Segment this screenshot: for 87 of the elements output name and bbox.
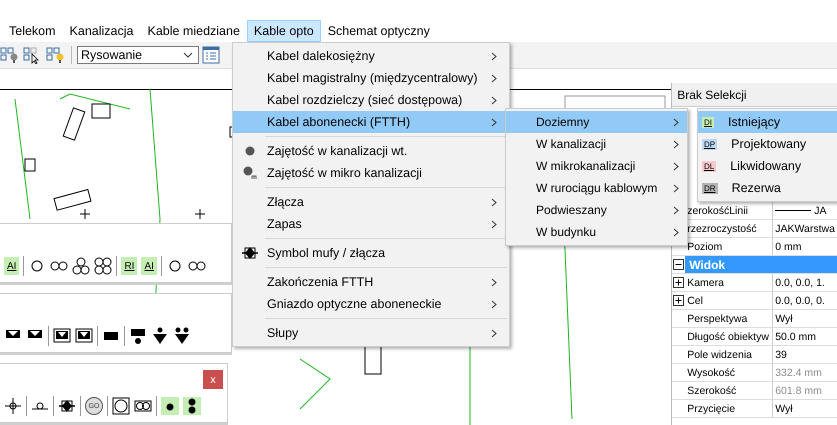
properties-header: Brak Selekcji [672, 83, 837, 107]
list-icon[interactable] [202, 46, 220, 64]
building-outline [62, 107, 86, 141]
three-circles-icon[interactable] [72, 257, 90, 275]
menu-bar-item[interactable]: Telekom [2, 20, 63, 42]
menu-item[interactable]: Kabel rozdzielczy (sieć dostępowa) [233, 89, 509, 111]
grid-bulb-icon[interactable] [0, 46, 20, 64]
square-circle-icon[interactable] [112, 397, 130, 415]
cross-mark [80, 208, 90, 220]
menu-bar-item[interactable]: Kanalizacja [62, 20, 140, 42]
property-name: Cel [685, 292, 774, 309]
building-outline [24, 158, 36, 172]
menu-item[interactable]: Kabel dalekosiężny [233, 45, 509, 67]
dot-m-icon [243, 166, 257, 180]
property-value: 0 mm [775, 240, 802, 252]
menu-item[interactable]: Zajętość w kanalizacji wt. [233, 140, 509, 162]
mode-dropdown[interactable]: Rysowanie [77, 46, 199, 64]
status-tag: DR [702, 182, 718, 194]
menu-item[interactable]: Słupy [233, 322, 509, 344]
expand-icon[interactable] [673, 277, 684, 288]
dot-icon [245, 146, 255, 156]
cross-mark [194, 208, 206, 220]
chevron-right-icon [673, 118, 679, 126]
property-name: Perspektywa [685, 310, 774, 327]
boundary-line [60, 93, 130, 110]
property-value: 39 [775, 348, 787, 360]
chevron-right-icon [673, 184, 679, 192]
chevron-right-icon [673, 206, 679, 214]
property-value: JAKWarstwa [775, 222, 835, 234]
menu-bar-item[interactable]: Schemat optyczny [320, 20, 437, 42]
toolbar-button[interactable]: RI [121, 257, 138, 275]
menu-item[interactable]: W mikrokanalizacji [506, 155, 687, 177]
expand-icon[interactable] [673, 295, 684, 306]
menu-item[interactable]: W budynku [506, 221, 687, 243]
property-name: Długość obiektyw [685, 328, 774, 345]
boundary-line [300, 358, 331, 410]
building-outline [92, 104, 110, 118]
menu-item[interactable]: Symbol mufy / złącza [233, 242, 509, 264]
property-value: 601.8 mm [775, 384, 822, 396]
property-name: Kamera [685, 274, 774, 291]
crosshair-icon[interactable] [4, 397, 22, 415]
dots-triangle-icon[interactable] [173, 327, 191, 345]
caret-icon [183, 52, 193, 58]
status-tag: DL [702, 160, 716, 172]
building-outline [53, 188, 92, 211]
property-name: Pole widzenia [685, 346, 774, 363]
grid-bulb-icon[interactable] [46, 46, 66, 64]
rectangle-dot-icon[interactable] [129, 327, 147, 345]
menu-item[interactable]: DI Istniejący [698, 111, 837, 133]
property-value: 332.4 mm [775, 366, 822, 378]
menu-item[interactable]: Złącza [233, 191, 509, 213]
property-value: 0.0, 0.0, 0. [775, 294, 825, 306]
menu-item[interactable]: Zakończenia FTTH [233, 271, 509, 293]
menu-item[interactable]: Kabel magistralny (międzycentralowy) [233, 67, 509, 89]
property-name: Szerokość [685, 382, 774, 399]
menu-item[interactable]: Podwieszany [506, 199, 687, 221]
dot-triangle-icon[interactable] [151, 327, 169, 345]
chevron-right-icon [673, 228, 679, 236]
toolbar-button[interactable]: AI [141, 257, 157, 275]
menu-item[interactable]: Gniazdo optyczne aboneneckie [233, 293, 509, 315]
menu-item[interactable]: Zapas [233, 213, 509, 235]
property-value: 0.0, 0.0, 1. [775, 276, 825, 288]
status-tag: DI [702, 116, 714, 128]
chevron-right-icon [673, 162, 679, 170]
chevron-right-icon [673, 140, 679, 148]
toolbar-button[interactable]: AI [4, 257, 20, 275]
four-circles-icon[interactable] [94, 257, 112, 275]
menu-item[interactable]: W rurociągu kablowym [506, 177, 687, 199]
property-value: JA [814, 204, 826, 216]
menu-bar-item[interactable]: Kable miedziane [140, 20, 247, 42]
property-name: Przycięcie [685, 400, 774, 417]
menu-item[interactable]: Zajętość w mikro kanalizacji [233, 162, 509, 184]
property-value: 50.0 mm [775, 330, 816, 342]
two-dots-icon[interactable] [183, 397, 201, 415]
property-value: Wył [775, 402, 793, 414]
close-button[interactable]: x [203, 370, 223, 389]
menu-item[interactable]: W kanalizacji [506, 133, 687, 155]
menu-item[interactable]: DL Likwidowany [698, 155, 837, 177]
menu-item[interactable]: DR Rezerwa [698, 177, 837, 199]
collapse-icon[interactable] [673, 259, 684, 270]
menu-bar-item[interactable]: Kable opto [246, 20, 321, 42]
status-tag: DP [702, 138, 718, 150]
property-value: Wył [775, 312, 793, 324]
property-name: Wysokość [685, 364, 774, 381]
splice-icon [242, 246, 258, 260]
menu-item[interactable]: Doziemny [506, 111, 687, 133]
menu-item[interactable]: DP Projektowany [698, 133, 837, 155]
